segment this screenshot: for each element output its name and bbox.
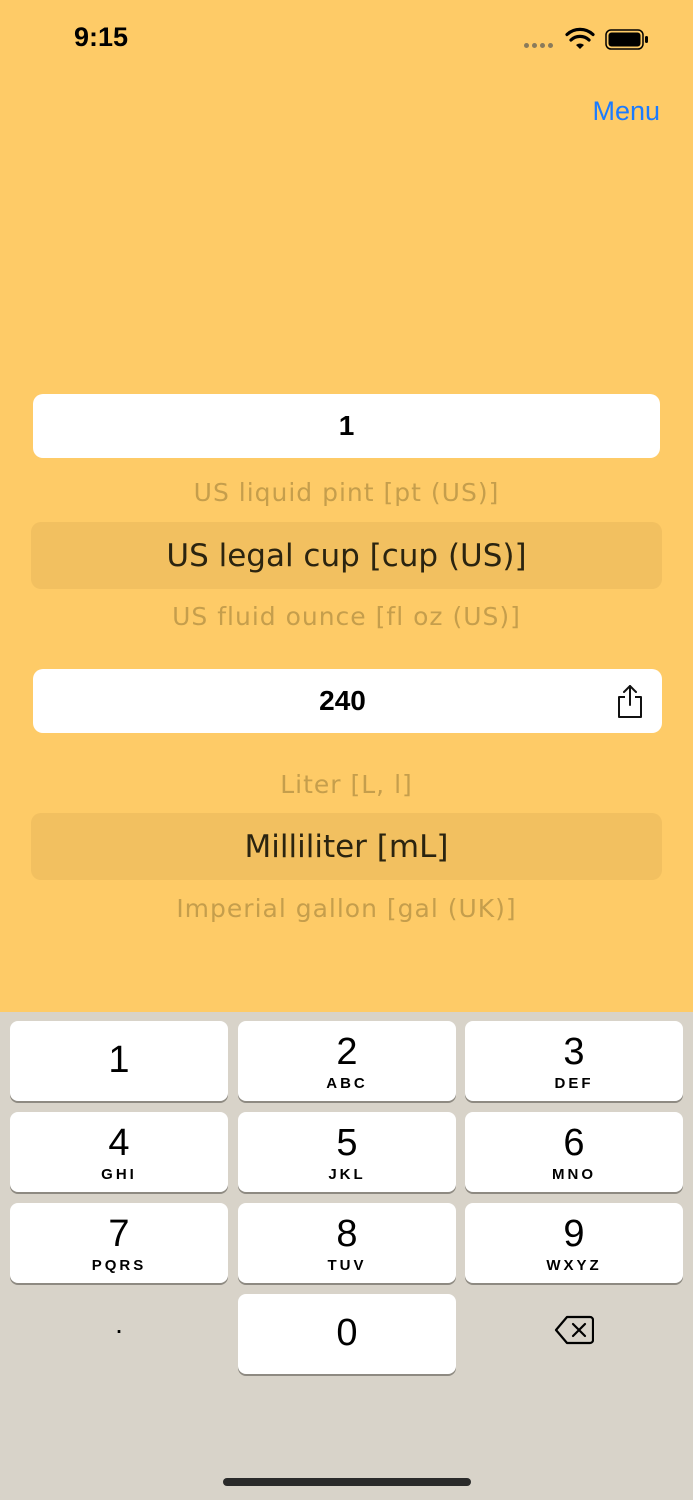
from-unit-option-above[interactable]: US liquid pint [pt (US)]	[0, 478, 693, 507]
status-time: 9:15	[74, 22, 129, 52]
backspace-icon	[554, 1315, 595, 1345]
key-letters: TUV	[327, 1257, 367, 1274]
cellular-signal-icon	[524, 43, 553, 48]
to-unit-option-below[interactable]: Imperial gallon [gal (UK)]	[0, 894, 693, 923]
key-digit: 1	[108, 1039, 130, 1081]
key-letters: ABC	[326, 1075, 368, 1092]
key-digit: 7	[108, 1213, 130, 1255]
key-7[interactable]: 7 PQRS	[10, 1203, 228, 1283]
key-2[interactable]: 2 ABC	[238, 1021, 456, 1101]
from-unit-picker[interactable]: US legal cup [cup (US)]	[31, 522, 662, 589]
to-unit-selected: Milliliter [mL]	[244, 828, 449, 865]
input-value-field[interactable]: 1	[33, 394, 660, 458]
key-5[interactable]: 5 JKL	[238, 1112, 456, 1192]
key-4[interactable]: 4 GHI	[10, 1112, 228, 1192]
to-unit-picker[interactable]: Milliliter [mL]	[31, 813, 662, 880]
key-digit: 3	[563, 1031, 585, 1073]
key-3[interactable]: 3 DEF	[465, 1021, 683, 1101]
key-digit: 5	[336, 1122, 358, 1164]
key-decimal-label: .	[115, 1308, 123, 1339]
from-unit-selected: US legal cup [cup (US)]	[166, 537, 527, 574]
share-icon[interactable]	[616, 683, 644, 719]
from-unit-option-below[interactable]: US fluid ounce [fl oz (US)]	[0, 602, 693, 631]
key-8[interactable]: 8 TUV	[238, 1203, 456, 1283]
key-digit: 8	[336, 1213, 358, 1255]
wifi-icon	[565, 27, 595, 49]
battery-icon	[605, 29, 648, 50]
key-digit: 4	[108, 1122, 130, 1164]
key-letters: WXYZ	[546, 1257, 602, 1274]
key-letters: PQRS	[91, 1257, 147, 1274]
input-value-text: 1	[338, 410, 355, 441]
key-letters: DEF	[554, 1075, 594, 1092]
key-digit: 0	[336, 1312, 358, 1354]
key-9[interactable]: 9 WXYZ	[465, 1203, 683, 1283]
home-indicator	[223, 1478, 471, 1486]
delete-key[interactable]	[465, 1294, 683, 1374]
to-unit-option-above[interactable]: Liter [L, l]	[0, 770, 693, 799]
key-letters: GHI	[101, 1166, 137, 1183]
output-value-text: 240	[319, 685, 366, 716]
numeric-keypad: 1 2 ABC 3 DEF 4 GHI 5 JKL 6 MNO 7 PQRS 8…	[0, 1012, 693, 1500]
key-decimal[interactable]: .	[10, 1294, 228, 1374]
key-0[interactable]: 0	[238, 1294, 456, 1374]
key-1[interactable]: 1	[10, 1021, 228, 1101]
key-6[interactable]: 6 MNO	[465, 1112, 683, 1192]
key-digit: 9	[563, 1213, 585, 1255]
key-digit: 2	[336, 1031, 358, 1073]
menu-button[interactable]: Menu	[592, 96, 660, 127]
key-letters: MNO	[552, 1166, 596, 1183]
key-digit: 6	[563, 1122, 585, 1164]
key-letters: JKL	[328, 1166, 366, 1183]
output-value-field[interactable]: 240	[33, 669, 662, 733]
